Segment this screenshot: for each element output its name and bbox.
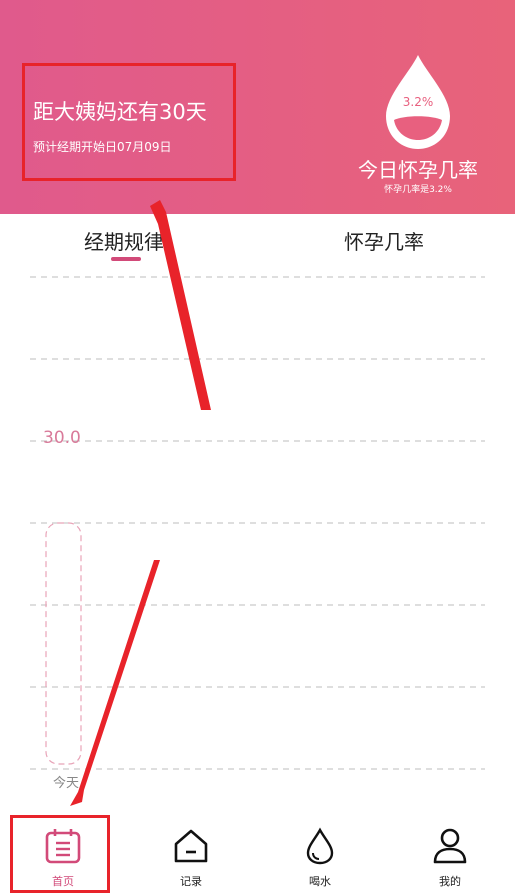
x-tick-label: 今天: [53, 776, 80, 791]
active-tab-indicator: [111, 257, 141, 261]
nav-record-label: 记录: [180, 875, 202, 888]
tab-cycle[interactable]: 经期规律: [84, 226, 164, 255]
pregnancy-chance-sub: 怀孕几率是3.2%: [384, 185, 452, 195]
period-start-date: 预计经期开始日07月09日: [33, 140, 172, 154]
cycle-chart: 30.0 今天: [0, 262, 515, 792]
period-countdown-title: 距大姨妈还有30天: [33, 100, 207, 124]
header-banner: 距大姨妈还有30天 预计经期开始日07月09日 3.2% 今日怀孕几率 怀孕几率…: [0, 0, 515, 214]
nav-home-highlight-box: [10, 815, 110, 893]
probability-value: 3.2%: [402, 95, 434, 109]
tab-pregnancy[interactable]: 怀孕几率: [344, 226, 424, 255]
nav-record[interactable]: 记录: [141, 805, 241, 895]
home-icon: [174, 829, 208, 863]
water-drop-icon: [306, 827, 334, 865]
cycle-chart-svg: [30, 276, 485, 770]
nav-water[interactable]: 喝水: [270, 805, 370, 895]
nav-water-label: 喝水: [309, 875, 331, 888]
user-icon: [433, 828, 467, 864]
pregnancy-chance-label: 今日怀孕几率: [358, 158, 478, 182]
nav-profile[interactable]: 我的: [400, 805, 500, 895]
bar-value-label: 30.0: [43, 428, 81, 448]
water-drop-icon[interactable]: 3.2%: [380, 52, 456, 152]
cycle-bar: [45, 522, 82, 765]
nav-profile-label: 我的: [439, 875, 461, 888]
countdown-highlight-box: 距大姨妈还有30天 预计经期开始日07月09日: [22, 63, 236, 181]
